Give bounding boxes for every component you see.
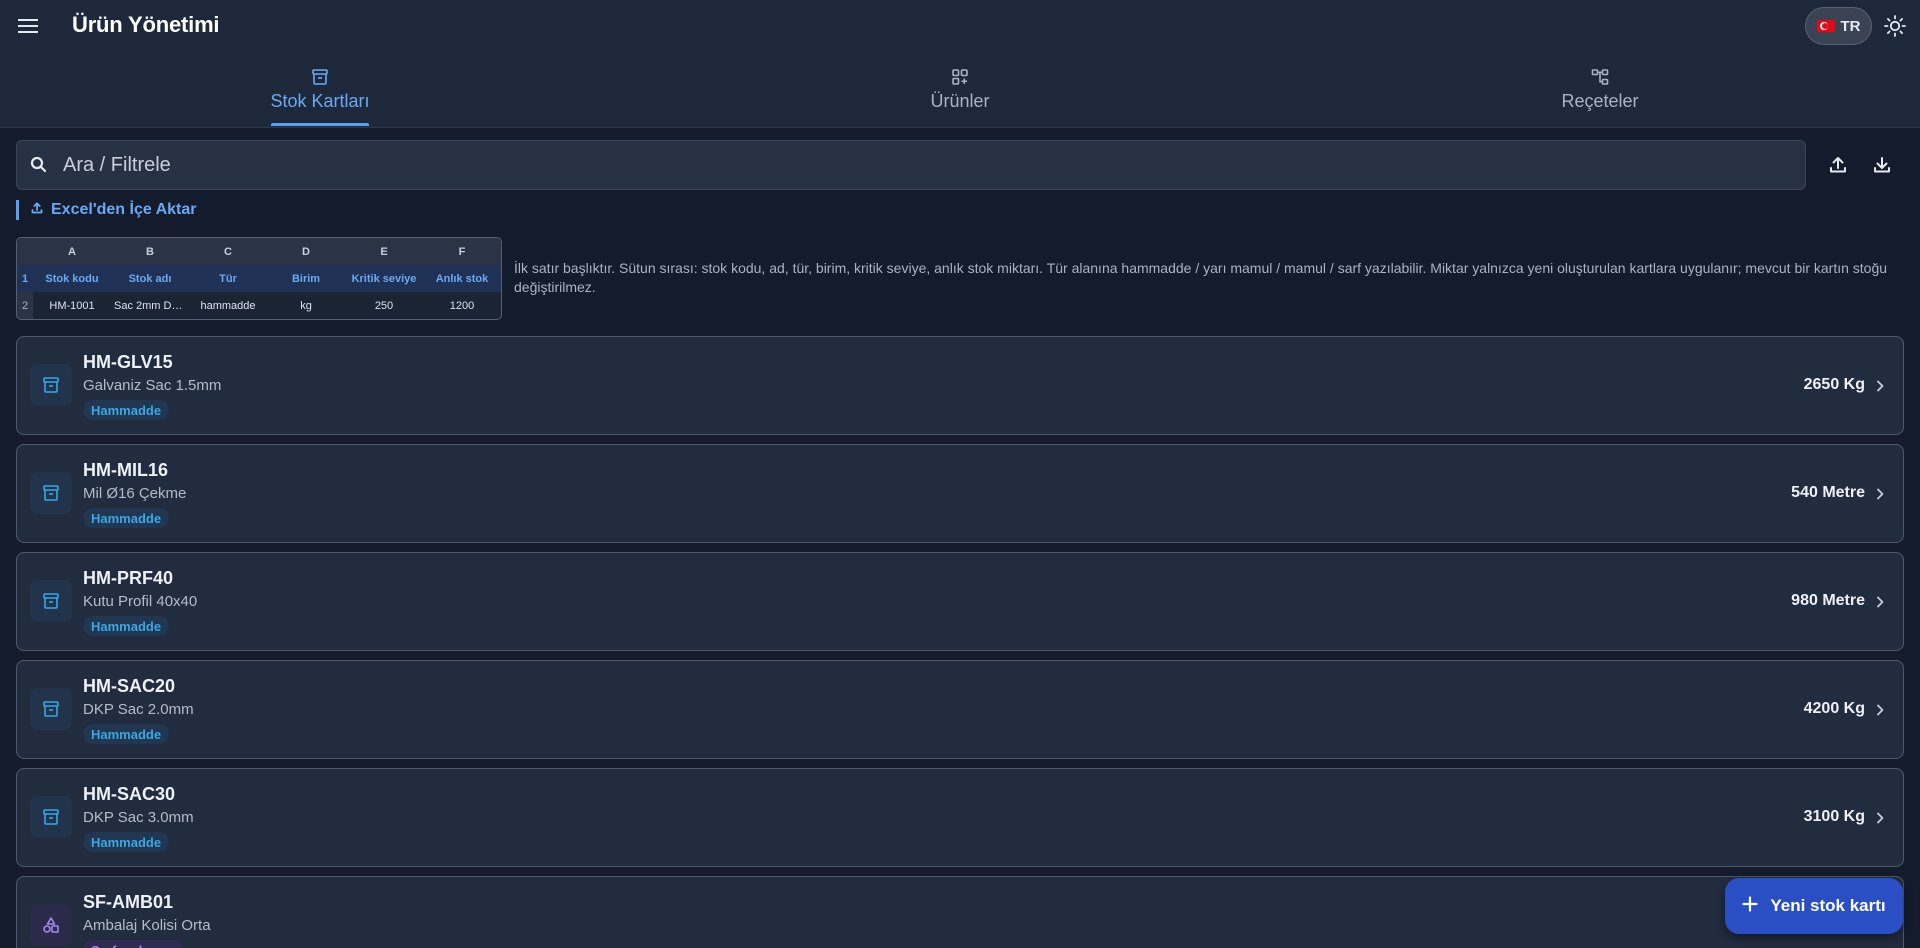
tab-stock-cards[interactable]: Stok Kartları [220, 52, 420, 128]
upload-icon [30, 201, 44, 220]
stock-name: Mil Ø16 Çekme [83, 485, 187, 502]
search-input[interactable] [63, 153, 1663, 177]
tab-label: Ürünler [930, 91, 990, 111]
excel-sample-cell: kg [300, 299, 312, 312]
chevron-right-icon [1871, 701, 1889, 719]
archive-box-icon [30, 472, 72, 514]
plus-icon [1742, 895, 1758, 917]
archive-box-icon [30, 688, 72, 730]
stock-name: DKP Sac 3.0mm [83, 809, 194, 826]
stock-type-badge: Hammadde [83, 832, 170, 852]
stock-card[interactable]: HM-GLV15 Galvaniz Sac 1.5mm Hammadde 265… [16, 336, 1904, 435]
archive-box-icon [30, 796, 72, 838]
stock-card[interactable]: HM-MIL16 Mil Ø16 Çekme Hammadde 540 Metr… [16, 444, 1904, 543]
stock-type-badge: Sarf malzeme [83, 940, 183, 948]
tab-label: Stok Kartları [270, 91, 370, 111]
excel-sample-cell: Sac 2mm DKP [114, 299, 187, 312]
menu-icon[interactable] [16, 14, 40, 38]
excel-row-number: 2 [17, 292, 33, 319]
excel-header-cell: Stok adı [111, 265, 189, 292]
language-selector-button[interactable]: TR [1805, 7, 1872, 45]
excel-column-letter: E [345, 238, 423, 265]
stock-card[interactable]: HM-SAC30 DKP Sac 3.0mm Hammadde 3100 Kg [16, 768, 1904, 867]
excel-header-cell: Anlık stok [423, 265, 501, 292]
new-stock-card-label: Yeni stok kartı [1770, 896, 1886, 915]
excel-row-number: 1 [17, 265, 33, 292]
stock-type-badge: Hammadde [83, 724, 170, 744]
excel-import-help-text: İlk satır başlıktır. Sütun sırası: stok … [514, 260, 1888, 295]
tab-recipes[interactable]: Reçeteler [1500, 52, 1700, 128]
stock-quantity: 3100 Kg [1803, 808, 1865, 825]
hierarchy-icon [1590, 67, 1610, 87]
stock-card[interactable]: SF-AMB01 Ambalaj Kolisi Orta Sarf malzem… [16, 876, 1904, 948]
stock-quantity: 4200 Kg [1803, 700, 1865, 717]
chevron-right-icon [1871, 377, 1889, 395]
excel-import-label: Excel'den İçe Aktar [51, 201, 197, 218]
stock-type-badge: Hammadde [83, 616, 170, 636]
new-stock-card-button[interactable]: Yeni stok kartı [1725, 878, 1903, 934]
excel-sample-cell: hammadde [200, 299, 256, 312]
language-code: TR [1840, 17, 1861, 35]
excel-header-cell: Stok kodu [33, 265, 111, 292]
excel-corner-cell [17, 238, 33, 265]
search-field[interactable] [16, 140, 1806, 190]
upload-icon[interactable] [1826, 153, 1850, 177]
excel-sample-cell: 250 [374, 299, 394, 312]
stock-type-badge: Hammadde [83, 400, 170, 420]
chevron-right-icon [1871, 593, 1889, 611]
app-title: Ürün Yönetimi [72, 12, 220, 37]
stock-code: HM-MIL16 [83, 460, 168, 480]
excel-column-letter: C [189, 238, 267, 265]
stock-name: DKP Sac 2.0mm [83, 701, 194, 718]
excel-column-letter: A [33, 238, 111, 265]
sun-icon[interactable] [1883, 14, 1907, 38]
stock-code: HM-SAC30 [83, 784, 176, 804]
stock-quantity: 2650 Kg [1803, 376, 1865, 393]
stock-code: SF-AMB01 [83, 892, 174, 912]
excel-format-preview: A B C D E F 1 Stok kodu Stok adı Tür Bir… [16, 237, 502, 320]
stock-code: HM-SAC20 [83, 676, 176, 696]
excel-column-letter: D [267, 238, 345, 265]
top-app-bar: Ürün Yönetimi TR [0, 0, 1920, 52]
excel-column-letter: B [111, 238, 189, 265]
stock-code: HM-PRF40 [83, 568, 174, 588]
stock-card[interactable]: HM-SAC20 DKP Sac 2.0mm Hammadde 4200 Kg [16, 660, 1904, 759]
excel-header-cell: Birim [267, 265, 345, 292]
excel-header-cell: Kritik seviye [345, 265, 423, 292]
archive-box-icon [310, 67, 330, 87]
active-tab-indicator [271, 123, 369, 126]
excel-sample-cell: HM-1001 [49, 299, 95, 312]
tab-products[interactable]: Ürünler [860, 52, 1060, 128]
search-icon [29, 155, 49, 175]
stock-name: Kutu Profil 40x40 [83, 593, 198, 610]
stock-name: Galvaniz Sac 1.5mm [83, 377, 222, 394]
grid-plus-icon [950, 67, 970, 87]
stock-quantity: 980 Metre [1791, 592, 1865, 609]
chevron-right-icon [1871, 485, 1889, 503]
stock-card[interactable]: HM-PRF40 Kutu Profil 40x40 Hammadde 980 … [16, 552, 1904, 651]
stock-name: Ambalaj Kolisi Orta [83, 917, 211, 934]
excel-column-letter: F [423, 238, 501, 265]
excel-header-cell: Tür [189, 265, 267, 292]
stock-code: HM-GLV15 [83, 352, 173, 372]
stock-quantity: 540 Metre [1791, 484, 1865, 501]
tab-bar: Stok Kartları Ürünler Reçeteler [0, 52, 1920, 128]
archive-box-icon [30, 580, 72, 622]
stock-type-badge: Hammadde [83, 508, 170, 528]
archive-box-icon [30, 364, 72, 406]
download-icon[interactable] [1870, 153, 1894, 177]
excel-sample-cell: 1200 [449, 299, 475, 312]
tab-label: Reçeteler [1561, 91, 1639, 111]
turkey-flag-icon [1816, 20, 1835, 32]
shapes-icon [30, 904, 72, 946]
excel-import-link[interactable]: Excel'den İçe Aktar [16, 200, 197, 220]
chevron-right-icon [1871, 809, 1889, 827]
